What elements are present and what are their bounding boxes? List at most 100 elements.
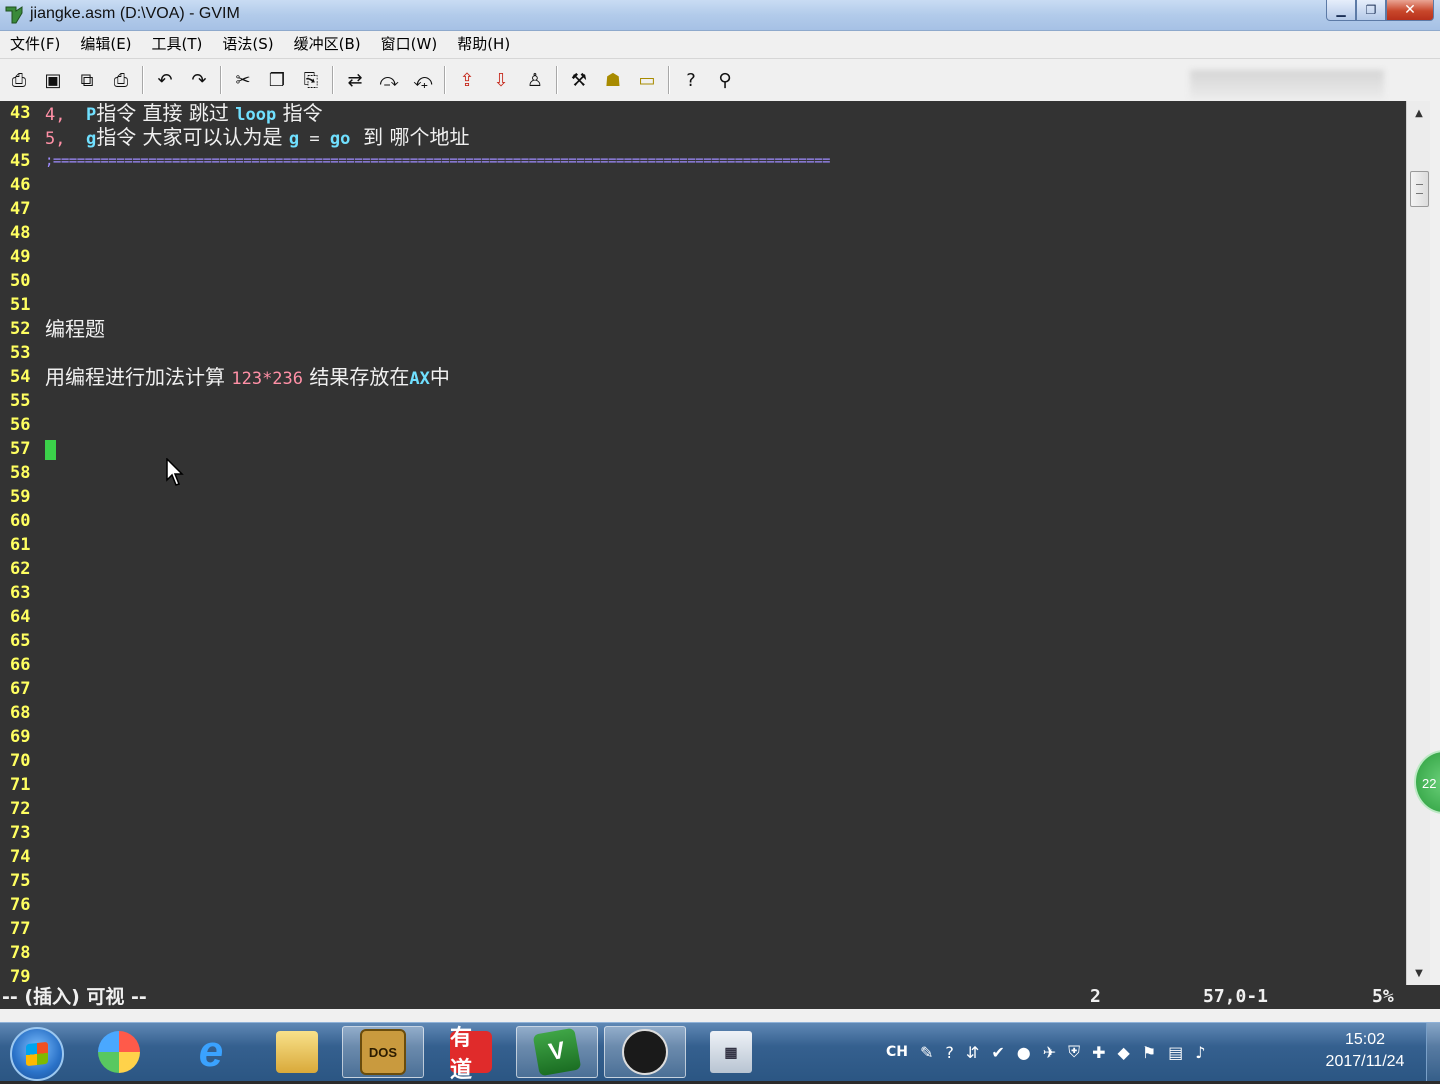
paste-icon[interactable]: ⎘: [296, 65, 326, 95]
copy-icon[interactable]: ❐: [262, 65, 292, 95]
vertical-scrollbar[interactable]: ▲ ▼: [1406, 101, 1431, 985]
cut-icon[interactable]: ✂: [228, 65, 258, 95]
record-icon[interactable]: ◆: [1118, 1043, 1130, 1062]
editor-line[interactable]: 53: [0, 341, 1406, 365]
line-number: 72: [10, 799, 31, 819]
run-script-icon[interactable]: ♙: [520, 65, 550, 95]
editor-line[interactable]: 57: [0, 437, 1406, 461]
security-icon[interactable]: ●: [1017, 1043, 1031, 1062]
editor-line[interactable]: 68: [0, 701, 1406, 725]
plus-icon[interactable]: ✚: [1092, 1043, 1105, 1062]
menu-edit[interactable]: 编辑(E): [70, 31, 141, 58]
editor-line[interactable]: 61: [0, 533, 1406, 557]
tags-icon[interactable]: ▭: [632, 65, 662, 95]
shield-icon[interactable]: ⛨: [1068, 1042, 1080, 1062]
antivirus-icon[interactable]: ✔: [991, 1043, 1004, 1062]
editor-line[interactable]: 54 用编程进行加法计算 123*236 结果存放在AX中: [0, 365, 1406, 389]
tray-arrow-icon[interactable]: ⇵: [966, 1043, 979, 1062]
minimize-button[interactable]: ▁: [1326, 0, 1356, 21]
menu-window[interactable]: 窗口(W): [371, 31, 448, 58]
youdao-app[interactable]: 有道: [430, 1025, 512, 1082]
load-session-icon[interactable]: ⇪: [452, 65, 482, 95]
help-icon[interactable]: ?: [676, 65, 706, 95]
editor-area[interactable]: 43 4, P指令 直接 跳过 loop 指令 44 5, g指令 大家可以认为是 g…: [0, 101, 1406, 985]
editor-line[interactable]: 78: [0, 941, 1406, 965]
flag-icon[interactable]: ⚑: [1142, 1043, 1156, 1062]
input-method-icon[interactable]: ✎: [920, 1043, 933, 1062]
editor-line[interactable]: 43 4, P指令 直接 跳过 loop 指令: [0, 101, 1406, 125]
editor-line[interactable]: 44 5, g指令 大家可以认为是 g = go 到 哪个地址: [0, 125, 1406, 149]
text-token: g: [85, 129, 97, 149]
editor-line[interactable]: 64: [0, 605, 1406, 629]
find-prev-icon[interactable]: ⤽: [408, 65, 438, 95]
editor-line[interactable]: 77: [0, 917, 1406, 941]
close-button[interactable]: ✕: [1386, 0, 1434, 21]
editor-line[interactable]: 52 编程题: [0, 317, 1406, 341]
editor-line[interactable]: 63: [0, 581, 1406, 605]
dosbox-app[interactable]: DOS: [342, 1026, 424, 1078]
editor-line[interactable]: 66: [0, 653, 1406, 677]
find-replace-icon[interactable]: ⇄: [340, 65, 370, 95]
network-icon[interactable]: ▤: [1168, 1043, 1183, 1062]
editor-line[interactable]: 67: [0, 677, 1406, 701]
menu-file[interactable]: 文件(F): [0, 31, 70, 58]
find-next-icon[interactable]: ⤼: [374, 65, 404, 95]
explorer-app[interactable]: [256, 1026, 338, 1078]
editor-line[interactable]: 60: [0, 509, 1406, 533]
calculator-app[interactable]: ▦: [690, 1026, 772, 1078]
editor-line[interactable]: 46: [0, 173, 1406, 197]
find-help-icon[interactable]: ⚲: [710, 65, 740, 95]
editor-line[interactable]: 62: [0, 557, 1406, 581]
title-bar: jiangke.asm (D:\VOA) - GVIM ▁ ❐ ✕: [0, 0, 1440, 31]
editor-line[interactable]: 58: [0, 461, 1406, 485]
editor-line[interactable]: 49: [0, 245, 1406, 269]
editor-line[interactable]: 72: [0, 797, 1406, 821]
undo-icon[interactable]: ↶: [150, 65, 180, 95]
ie-app[interactable]: e: [170, 1026, 252, 1078]
editor-line[interactable]: 73: [0, 821, 1406, 845]
show-desktop-button[interactable]: [1426, 1023, 1440, 1081]
editor-line[interactable]: 48: [0, 221, 1406, 245]
scrollbar-thumb[interactable]: [1410, 171, 1429, 207]
menu-buffers[interactable]: 缓冲区(B): [284, 31, 371, 58]
menu-help[interactable]: 帮助(H): [447, 31, 520, 58]
editor-line[interactable]: 76: [0, 893, 1406, 917]
save-all-icon[interactable]: ⧉: [72, 65, 102, 95]
save-icon[interactable]: ▣: [38, 65, 68, 95]
colors-app[interactable]: [78, 1026, 160, 1078]
scroll-down-arrow-icon[interactable]: ▼: [1407, 961, 1431, 985]
clock[interactable]: 15:02 2017/11/24: [1310, 1029, 1420, 1073]
redo-icon[interactable]: ↷: [184, 65, 214, 95]
help-tray-icon[interactable]: ?: [945, 1043, 954, 1062]
gvim-app[interactable]: V: [516, 1026, 598, 1078]
input-language[interactable]: CH: [886, 1044, 908, 1060]
editor-line[interactable]: 71: [0, 773, 1406, 797]
line-number: 56: [10, 415, 31, 435]
editor-line[interactable]: 56: [0, 413, 1406, 437]
menu-syntax[interactable]: 语法(S): [212, 31, 283, 58]
menu-tools[interactable]: 工具(T): [142, 31, 213, 58]
volume-icon[interactable]: ♪: [1195, 1043, 1205, 1062]
start-button[interactable]: [10, 1027, 64, 1081]
editor-line[interactable]: 75: [0, 869, 1406, 893]
scroll-up-arrow-icon[interactable]: ▲: [1407, 101, 1431, 125]
editor-line[interactable]: 65: [0, 629, 1406, 653]
editor-line[interactable]: 45 ;=====================================…: [0, 149, 1406, 173]
make-icon[interactable]: ⚒: [564, 65, 594, 95]
open-icon[interactable]: ⎙: [4, 65, 34, 95]
editor-line[interactable]: 50: [0, 269, 1406, 293]
editor-line[interactable]: 74: [0, 845, 1406, 869]
editor-line[interactable]: 59: [0, 485, 1406, 509]
obs-app[interactable]: [604, 1026, 686, 1078]
editor-line[interactable]: 47: [0, 197, 1406, 221]
editor-line[interactable]: 79: [0, 965, 1406, 985]
print-icon[interactable]: ⎙: [106, 65, 136, 95]
network-tool-icon[interactable]: ✈: [1043, 1043, 1056, 1062]
maximize-button[interactable]: ❐: [1356, 0, 1386, 21]
editor-line[interactable]: 70: [0, 749, 1406, 773]
shell-icon[interactable]: ☗: [598, 65, 628, 95]
editor-line[interactable]: 69: [0, 725, 1406, 749]
editor-line[interactable]: 51: [0, 293, 1406, 317]
save-session-icon[interactable]: ⇩: [486, 65, 516, 95]
editor-line[interactable]: 55: [0, 389, 1406, 413]
